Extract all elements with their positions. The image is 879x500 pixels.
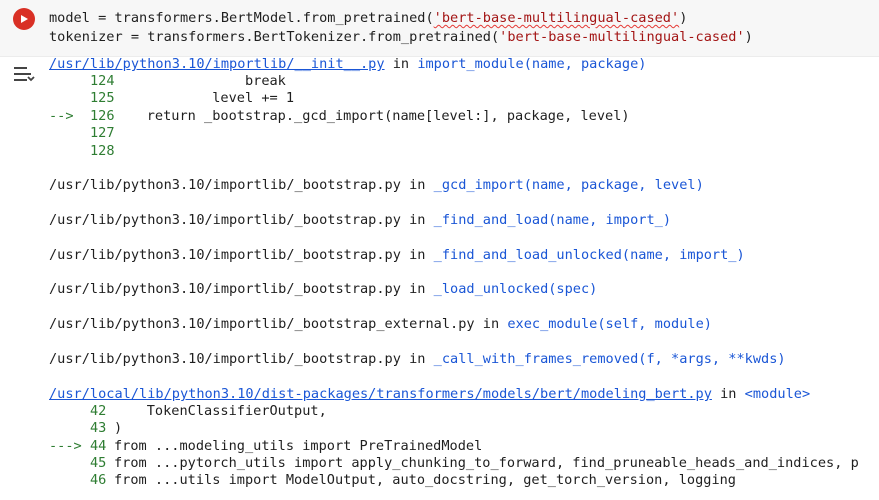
line-number: 42 [90, 403, 107, 419]
code-string: 'bert-base-multilingual-cased' [499, 29, 745, 45]
traceback-frame-header: /usr/lib/python3.10/importlib/_bootstrap… [49, 177, 704, 194]
traceback-frame-header: /usr/lib/python3.10/importlib/__init__.p… [49, 56, 646, 73]
code-text: tokenizer = transformers.BertTokenizer.f… [49, 29, 500, 45]
code-line[interactable]: model = transformers.BertModel.from_pret… [49, 9, 687, 27]
in-keyword: in [409, 212, 426, 228]
source-code: from ...utils import ModelOutput, auto_d… [114, 472, 736, 488]
traceback-frame-header: /usr/lib/python3.10/importlib/_bootstrap… [49, 281, 597, 298]
in-keyword: in [482, 316, 500, 332]
code-text: model = transformers.BertModel.from_pret… [49, 10, 434, 26]
current-line-marker: --> [49, 108, 74, 124]
source-code: from ...modeling_utils import PreTrained… [114, 438, 483, 454]
line-number: 43 [90, 420, 107, 436]
file-path-link[interactable]: /usr/local/lib/python3.10/dist-packages/… [49, 386, 712, 402]
output-options-button[interactable] [12, 64, 36, 84]
source-code: ) [114, 420, 123, 436]
play-icon [21, 15, 28, 23]
file-path: /usr/lib/python3.10/importlib/_bootstrap… [49, 247, 401, 263]
function-name: _load_unlocked(spec) [433, 281, 598, 297]
source-code: level += 1 [114, 90, 295, 106]
traceback-code-line: --> 126 return _bootstrap._gcd_import(nam… [49, 108, 630, 125]
file-path: /usr/lib/python3.10/importlib/_bootstrap… [49, 281, 401, 297]
traceback-frame-header: /usr/lib/python3.10/importlib/_bootstrap… [49, 351, 786, 368]
traceback-code-line: 46 from ...utils import ModelOutput, auto… [49, 472, 736, 489]
in-keyword: in [409, 281, 426, 297]
source-code: from ...pytorch_utils import apply_chunk… [114, 455, 859, 471]
in-keyword: in [720, 386, 737, 402]
traceback-code-line: 128 [49, 143, 115, 160]
code-cell-editor[interactable]: model = transformers.BertModel.from_pret… [0, 0, 879, 56]
function-name: _find_and_load(name, import_) [433, 212, 672, 228]
code-text: ) [744, 29, 753, 45]
traceback-code-line: 45 from ...pytorch_utils import apply_chu… [49, 455, 859, 472]
function-name: <module> [744, 386, 811, 402]
in-keyword: in [409, 351, 426, 367]
line-number: 124 [90, 73, 115, 89]
function-name: import_module(name, package) [417, 56, 647, 72]
in-keyword: in [409, 177, 426, 193]
output-options-icon [14, 67, 35, 82]
file-path: /usr/lib/python3.10/importlib/_bootstrap… [49, 212, 401, 228]
in-keyword: in [409, 247, 426, 263]
traceback-code-line: 43) [49, 420, 122, 437]
line-number: 128 [90, 143, 115, 159]
line-number: 45 [90, 455, 107, 471]
traceback-code-line: 127 [49, 125, 115, 142]
file-path: /usr/lib/python3.10/importlib/_bootstrap… [49, 177, 401, 193]
file-path: /usr/lib/python3.10/importlib/_bootstrap… [49, 316, 475, 332]
run-cell-button[interactable] [13, 8, 35, 30]
traceback-frame-header: /usr/lib/python3.10/importlib/_bootstrap… [49, 212, 671, 229]
traceback-code-line: ---> 44 from ...modeling_utils import PreT… [49, 438, 482, 455]
current-line-marker: ---> [49, 438, 82, 454]
file-path: /usr/lib/python3.10/importlib/_bootstrap… [49, 351, 401, 367]
traceback-frame-header: /usr/lib/python3.10/importlib/_bootstrap… [49, 247, 745, 264]
code-line[interactable]: tokenizer = transformers.BertTokenizer.f… [49, 28, 753, 46]
line-number: 46 [90, 472, 107, 488]
source-code: TokenClassifierOutput, [114, 403, 327, 419]
line-number: 44 [90, 438, 107, 454]
function-name: exec_module(self, module) [507, 316, 712, 332]
file-path-link[interactable]: /usr/lib/python3.10/importlib/__init__.p… [49, 56, 385, 72]
traceback-code-line: 42 TokenClassifierOutput, [49, 403, 327, 420]
source-code: return _bootstrap._gcd_import(name[level… [114, 108, 630, 124]
function-name: _gcd_import(name, package, level) [433, 177, 704, 193]
function-name: _call_with_frames_removed(f, *args, **kw… [433, 351, 786, 367]
source-code: break [114, 73, 286, 89]
traceback-code-line: 125 level += 1 [49, 90, 294, 107]
function-name: _find_and_load_unlocked(name, import_) [433, 247, 745, 263]
traceback-frame-header: /usr/local/lib/python3.10/dist-packages/… [49, 386, 810, 403]
code-string: 'bert-base-multilingual-cased' [433, 10, 680, 26]
in-keyword: in [392, 56, 410, 72]
line-number: 127 [90, 125, 115, 141]
traceback-frame-header: /usr/lib/python3.10/importlib/_bootstrap… [49, 316, 712, 333]
traceback-code-line: 124 break [49, 73, 286, 90]
code-text: ) [679, 10, 688, 26]
line-number: 125 [90, 90, 115, 106]
line-number: 126 [90, 108, 115, 124]
